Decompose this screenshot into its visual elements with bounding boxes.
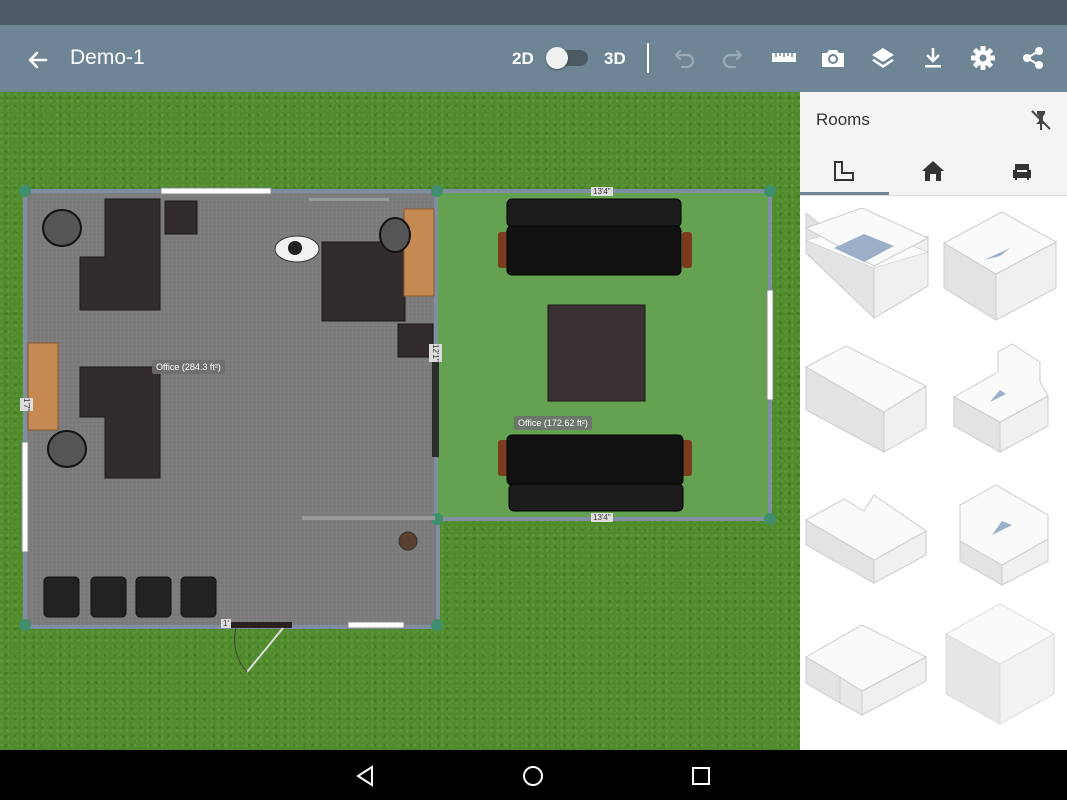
side-table-2 bbox=[397, 323, 434, 358]
window-top bbox=[160, 187, 272, 195]
dimension-top: 13'4" bbox=[591, 187, 613, 196]
room-tile-rectangle[interactable] bbox=[804, 208, 930, 334]
door[interactable] bbox=[230, 622, 292, 673]
status-bar bbox=[0, 0, 1067, 25]
chair-1 bbox=[42, 209, 82, 247]
room-tile-square[interactable] bbox=[940, 208, 1066, 334]
view-mode-toggle[interactable] bbox=[546, 47, 588, 69]
window-bottom bbox=[347, 621, 405, 629]
panel-header: Rooms bbox=[800, 92, 1067, 148]
house-icon bbox=[922, 161, 944, 181]
room-tile-notched[interactable] bbox=[940, 342, 1066, 468]
dimension-bottom: 13'4" bbox=[591, 513, 613, 522]
sofa-top bbox=[498, 198, 692, 276]
room-tile-t-shaped[interactable] bbox=[804, 607, 930, 733]
ruler-icon[interactable] bbox=[769, 43, 799, 73]
mode-2d-label[interactable]: 2D bbox=[512, 49, 534, 69]
room-tile-long[interactable] bbox=[804, 342, 930, 468]
rooms-panel: Rooms bbox=[800, 92, 1067, 750]
home-nav-icon[interactable] bbox=[520, 763, 546, 789]
chair-row-3 bbox=[135, 576, 172, 618]
panel-title: Rooms bbox=[816, 110, 870, 129]
active-tab-indicator bbox=[800, 192, 889, 195]
partition-bottom bbox=[302, 516, 435, 520]
person-figure bbox=[274, 235, 320, 263]
toolbar-divider bbox=[647, 43, 649, 73]
cabinet-1 bbox=[403, 208, 435, 297]
chair-2 bbox=[47, 430, 87, 468]
room-tile-solid-block[interactable] bbox=[940, 602, 1066, 728]
room-tile-l-shaped[interactable] bbox=[804, 475, 930, 601]
dimension-wall: 12'1" bbox=[429, 344, 442, 362]
unpin-icon[interactable] bbox=[1028, 107, 1054, 133]
window-left bbox=[21, 441, 29, 553]
stool bbox=[398, 531, 418, 551]
desk-3 bbox=[321, 241, 406, 322]
window-right bbox=[766, 289, 774, 401]
room-label-office-1[interactable]: Office (284.3 ft²) bbox=[152, 360, 225, 374]
floorplan-canvas[interactable]: Office (284.3 ft²) Office (172.62 ft²) 1… bbox=[0, 92, 800, 750]
mode-3d-label[interactable]: 3D bbox=[604, 49, 626, 69]
dimension-door: 1' bbox=[221, 619, 231, 628]
furniture-icon bbox=[1013, 164, 1031, 180]
redo-icon[interactable] bbox=[719, 43, 749, 73]
toggle-knob bbox=[546, 47, 568, 69]
chair-row-4 bbox=[180, 576, 217, 618]
tab-room-shapes[interactable] bbox=[800, 148, 889, 195]
cabinet-2 bbox=[27, 342, 59, 431]
back-arrow-icon[interactable] bbox=[22, 45, 52, 75]
app-toolbar: Demo-1 2D 3D bbox=[0, 25, 1067, 92]
tab-furniture[interactable] bbox=[978, 148, 1067, 195]
sofa-bottom bbox=[498, 434, 692, 512]
panel-tabs bbox=[800, 148, 1067, 196]
side-table-1 bbox=[164, 200, 198, 235]
room-shape-icon bbox=[834, 161, 854, 181]
project-title: Demo-1 bbox=[70, 46, 145, 69]
share-icon[interactable] bbox=[1018, 43, 1048, 73]
room-label-office-2[interactable]: Office (172.62 ft²) bbox=[514, 416, 592, 430]
camera-icon[interactable] bbox=[818, 43, 848, 73]
chair-row-1 bbox=[43, 576, 80, 618]
chair-row-2 bbox=[90, 576, 127, 618]
layers-icon[interactable] bbox=[868, 43, 898, 73]
tab-house[interactable] bbox=[889, 148, 978, 195]
chair-3 bbox=[379, 217, 411, 253]
recents-nav-icon[interactable] bbox=[688, 763, 714, 789]
dimension-left: 1'7" bbox=[20, 398, 33, 412]
gear-icon[interactable] bbox=[968, 43, 998, 73]
android-nav-bar bbox=[0, 750, 1067, 800]
interior-wall-piece bbox=[432, 357, 439, 457]
download-icon[interactable] bbox=[918, 43, 948, 73]
undo-icon[interactable] bbox=[668, 43, 698, 73]
partition-top bbox=[309, 198, 389, 201]
room-tile-u-shaped[interactable] bbox=[940, 475, 1066, 601]
back-nav-icon[interactable] bbox=[353, 763, 379, 789]
coffee-table bbox=[547, 304, 646, 402]
